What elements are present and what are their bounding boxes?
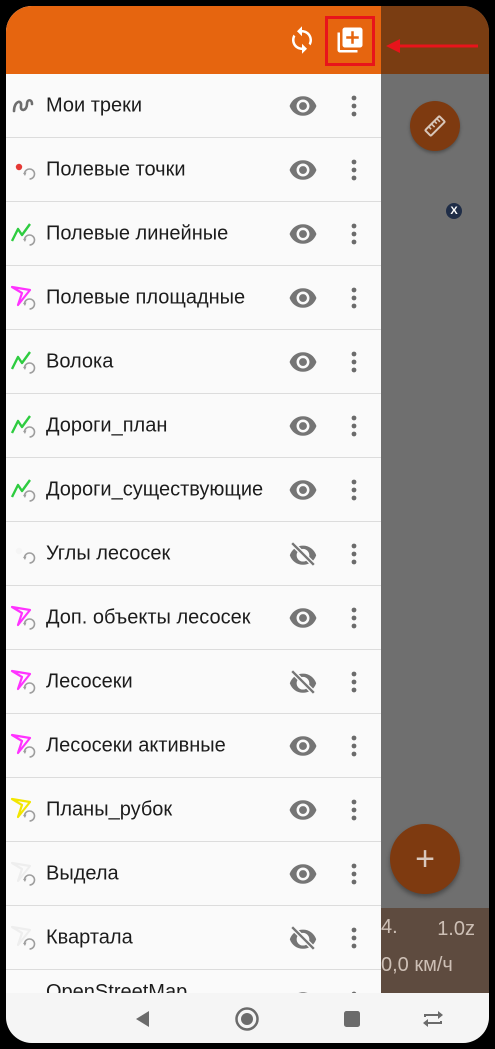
layer-row[interactable]: Доп. объекты лесосек (6, 586, 381, 650)
eye-off-icon[interactable] (287, 924, 319, 952)
line-layer-icon (10, 221, 42, 247)
layer-list: Мои треки Полевые точки Полевые линейные По… (6, 74, 381, 993)
layer-row[interactable]: Полевые площадные (6, 266, 381, 330)
more-vert-icon[interactable] (344, 602, 364, 634)
add-feature-button[interactable]: + (390, 824, 460, 894)
eye-icon[interactable] (287, 860, 319, 888)
layer-row[interactable]: Дороги_план (6, 394, 381, 458)
layer-name: Лесосеки (46, 670, 133, 692)
more-vert-icon[interactable] (344, 986, 364, 993)
recents-button[interactable] (338, 1005, 366, 1033)
layer-name: Полевые площадные (46, 286, 246, 308)
layer-name: Дороги_план (46, 414, 168, 436)
more-vert-icon[interactable] (344, 474, 364, 506)
annotation-highlight-box (325, 16, 375, 66)
layer-row[interactable]: Дороги_существующие (6, 458, 381, 522)
eye-icon[interactable] (287, 348, 319, 376)
line-layer-icon (10, 413, 42, 439)
layer-row[interactable]: Полевые линейные (6, 202, 381, 266)
more-vert-icon[interactable] (344, 346, 364, 378)
polygon-layer-icon (10, 605, 42, 631)
home-button[interactable] (233, 1005, 261, 1033)
line-layer-icon (10, 477, 42, 503)
polygon-layer-icon (10, 797, 42, 823)
status-left: 4. (381, 916, 398, 938)
eye-icon[interactable] (287, 476, 319, 504)
rotate-button[interactable] (419, 1005, 447, 1033)
eye-icon[interactable] (287, 796, 319, 824)
layer-row[interactable]: Мои треки (6, 74, 381, 138)
layer-row[interactable]: OpenStreetMap (6, 970, 381, 993)
more-vert-icon[interactable] (344, 858, 364, 890)
ruler-icon (424, 115, 446, 137)
eye-icon[interactable] (287, 284, 319, 312)
polygon-layer-icon (10, 285, 42, 311)
eye-off-icon[interactable] (287, 540, 319, 568)
more-vert-icon[interactable] (344, 218, 364, 250)
rotate-icon (423, 1011, 443, 1027)
speed-readout: 0,0 км/ч (381, 954, 453, 976)
layer-row[interactable]: Волока (6, 330, 381, 394)
more-vert-icon[interactable] (344, 154, 364, 186)
layer-name: Мои треки (46, 94, 143, 116)
point-layer-icon (10, 157, 42, 183)
layer-name: Планы_рубок (46, 798, 173, 820)
point-layer-icon (10, 541, 42, 567)
layer-row[interactable]: Лесосеки (6, 650, 381, 714)
eye-icon[interactable] (287, 732, 319, 760)
layer-row[interactable]: Квартала (6, 906, 381, 970)
system-nav-bar (6, 993, 489, 1043)
layer-name: Доп. объекты лесосек (46, 606, 251, 628)
layer-row[interactable]: Лесосеки активные (6, 714, 381, 778)
sync-button[interactable] (282, 20, 322, 60)
line-layer-icon (10, 349, 42, 375)
layer-row[interactable]: Выдела (6, 842, 381, 906)
layer-name: Выдела (46, 862, 119, 884)
recents-icon (344, 1011, 360, 1027)
screen: X + 4. 1.0z 0,0 км/ч Мои треки Полевые то… (6, 6, 489, 1043)
more-vert-icon[interactable] (344, 410, 364, 442)
drawer-toolbar (6, 6, 381, 74)
layers-drawer: Мои треки Полевые точки Полевые линейные По… (6, 6, 381, 993)
polygon-layer-icon (10, 925, 42, 951)
eye-off-icon[interactable] (287, 668, 319, 696)
eye-icon[interactable] (287, 92, 319, 120)
more-vert-icon[interactable] (344, 666, 364, 698)
eye-icon[interactable] (287, 220, 319, 248)
layer-name: Лесосеки активные (46, 734, 226, 756)
more-vert-icon[interactable] (344, 282, 364, 314)
back-button[interactable] (129, 1005, 157, 1033)
layer-row[interactable]: Планы_рубок (6, 778, 381, 842)
layer-row[interactable]: Углы лесосек (6, 522, 381, 586)
more-vert-icon[interactable] (344, 538, 364, 570)
more-vert-icon[interactable] (344, 922, 364, 954)
eye-icon[interactable] (287, 412, 319, 440)
layer-name: Волока (46, 350, 114, 372)
polygon-layer-icon (10, 861, 42, 887)
more-vert-icon[interactable] (344, 794, 364, 826)
annotation-arrow (386, 39, 478, 53)
home-icon (235, 1007, 259, 1031)
ruler-button[interactable] (410, 101, 460, 151)
more-vert-icon[interactable] (344, 90, 364, 122)
layer-name: Углы лесосек (46, 542, 171, 564)
eye-icon[interactable] (287, 156, 319, 184)
eye-icon[interactable] (287, 604, 319, 632)
polygon-layer-icon (10, 733, 42, 759)
back-icon (136, 1011, 149, 1027)
layer-row[interactable]: Полевые точки (6, 138, 381, 202)
layer-name: OpenStreetMap (46, 981, 188, 993)
status-panel: 4. 1.0z 0,0 км/ч (381, 908, 489, 993)
layer-name: Полевые линейные (46, 222, 229, 244)
layer-name: Квартала (46, 926, 133, 948)
polygon-layer-icon (10, 669, 42, 695)
sync-icon (292, 26, 312, 54)
zoom-readout: 1.0z (437, 918, 475, 940)
layer-name: Дороги_существующие (46, 478, 264, 500)
track-icon (10, 93, 42, 119)
more-vert-icon[interactable] (344, 730, 364, 762)
map-marker[interactable]: X (446, 203, 462, 219)
layer-name: Полевые точки (46, 158, 186, 180)
